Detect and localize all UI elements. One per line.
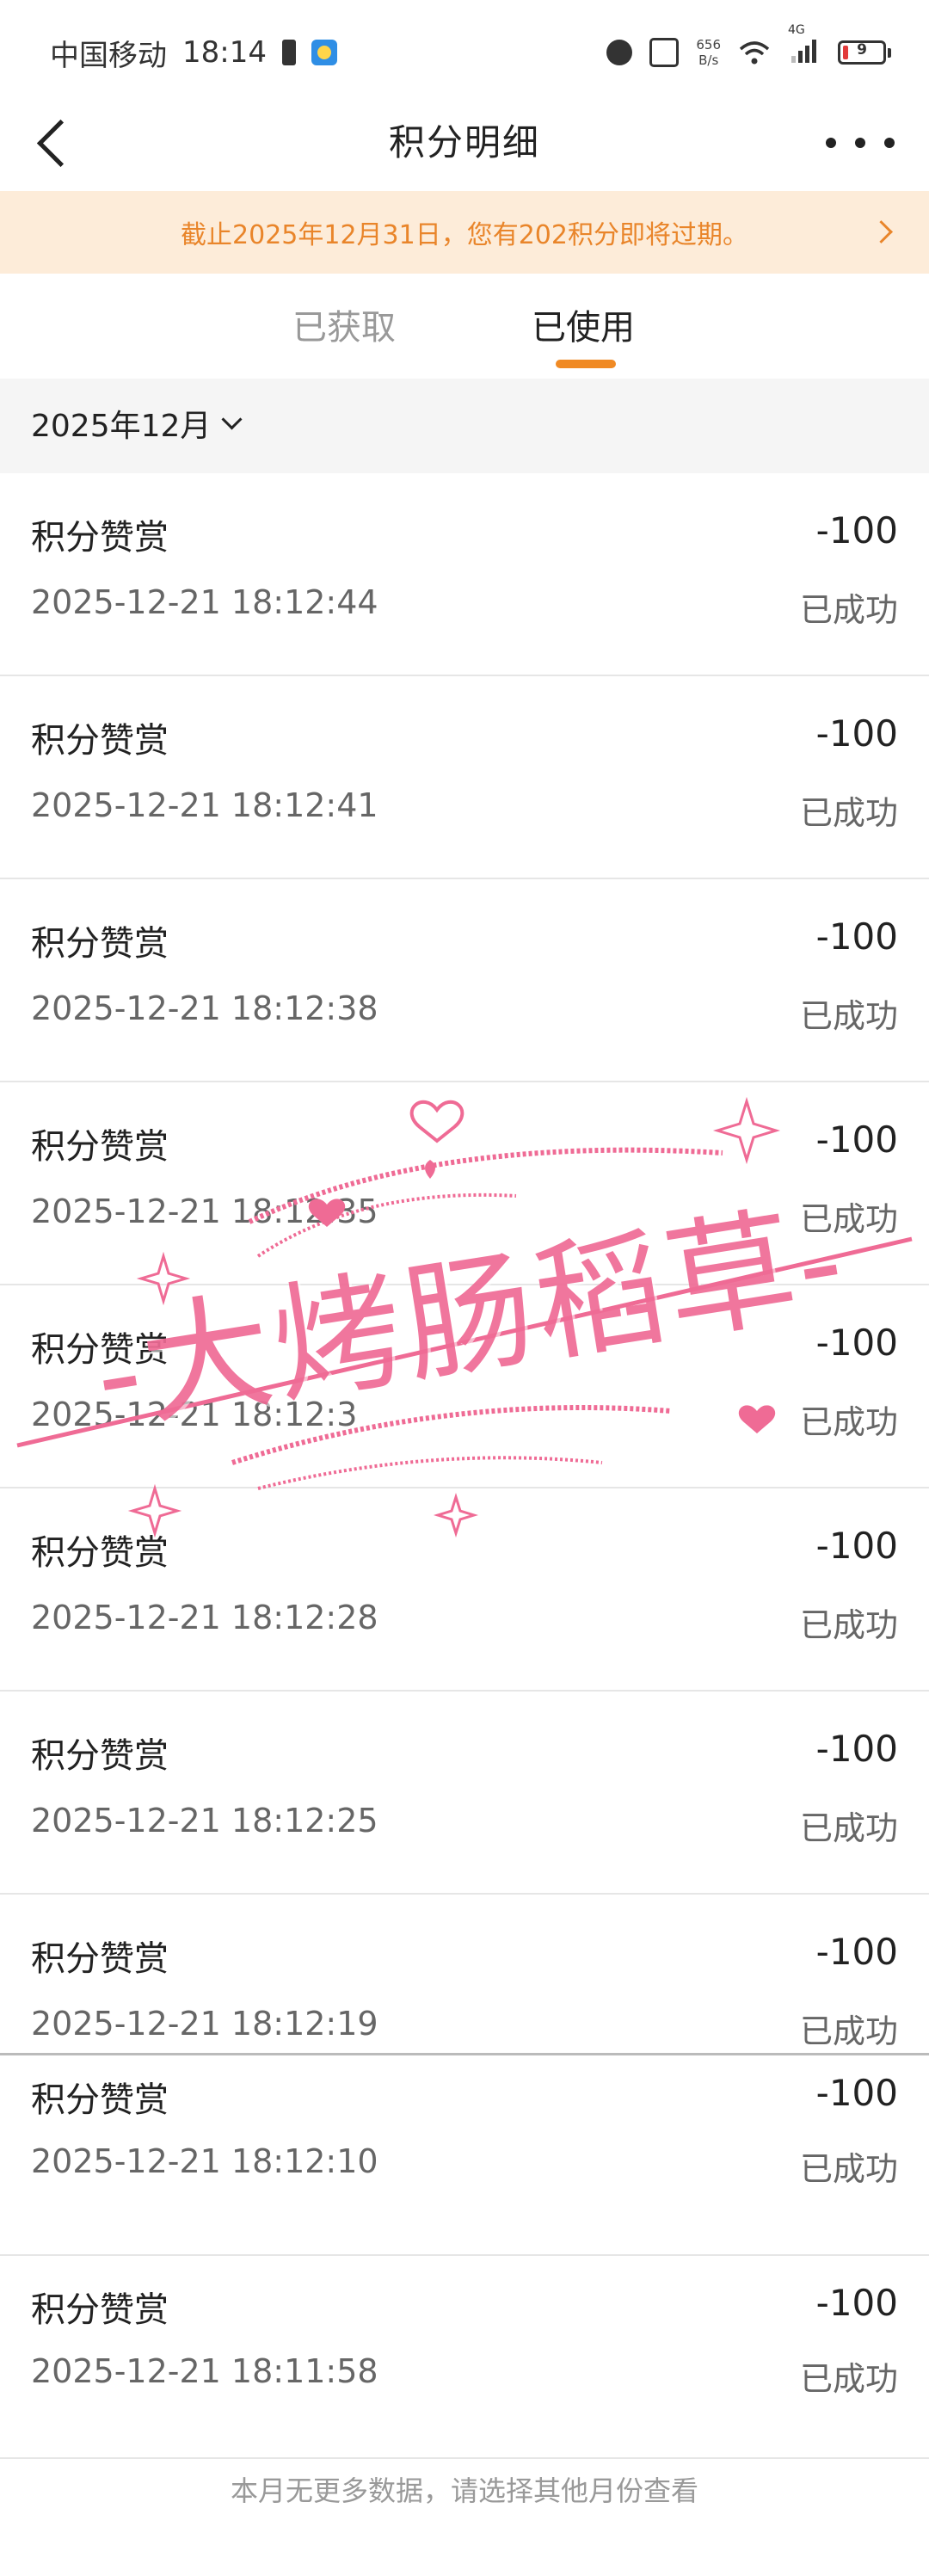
record-amount: -100 bbox=[815, 1525, 898, 1567]
network-speed-value: 656 bbox=[696, 37, 721, 52]
stitch-divider bbox=[0, 2053, 929, 2055]
points-expiry-notice[interactable]: 截止2025年12月31日，您有202积分即将过期。 bbox=[0, 191, 929, 274]
record-time: 2025-12-21 18:12:35 bbox=[31, 1192, 378, 1230]
network-type: 4G bbox=[788, 23, 805, 37]
record-amount: -100 bbox=[815, 1931, 898, 1973]
month-filter-bar: 2025年12月 bbox=[0, 379, 929, 473]
record-status: 已成功 bbox=[799, 997, 898, 1035]
record-title: 积分赞赏 bbox=[31, 1736, 169, 1776]
record-title: 积分赞赏 bbox=[31, 518, 169, 558]
record-time: 2025-12-21 18:12:25 bbox=[31, 1802, 378, 1840]
record-row[interactable]: 积分赞赏 -100 2025-12-21 18:12:19 已成功 bbox=[0, 1895, 929, 2053]
record-status: 已成功 bbox=[799, 1809, 898, 1847]
signal-icon bbox=[791, 40, 816, 63]
record-title: 积分赞赏 bbox=[31, 924, 169, 964]
more-dots-icon bbox=[884, 138, 895, 148]
record-time: 2025-12-21 18:12:44 bbox=[31, 583, 378, 621]
record-row[interactable]: 积分赞赏 -100 2025-12-21 18:12:28 已成功 bbox=[0, 1488, 929, 1692]
record-time: 2025-12-21 18:12:3 bbox=[31, 1396, 358, 1433]
status-right: 656 B/s 4G 9 bbox=[606, 23, 891, 74]
page-title: 积分明细 bbox=[388, 121, 540, 163]
record-title: 积分赞赏 bbox=[31, 2080, 169, 2120]
clock: 18:14 bbox=[182, 35, 267, 70]
network-speed: 656 B/s bbox=[696, 37, 721, 68]
record-amount: -100 bbox=[815, 915, 898, 958]
record-amount: -100 bbox=[815, 509, 898, 552]
battery-saver-icon bbox=[281, 40, 296, 65]
more-options-button[interactable] bbox=[826, 129, 895, 157]
vibrate-icon bbox=[649, 38, 680, 67]
record-status: 已成功 bbox=[799, 1403, 898, 1441]
record-amount: -100 bbox=[815, 1322, 898, 1364]
tab-earned[interactable]: 已获取 bbox=[292, 299, 396, 349]
more-dots-icon bbox=[826, 138, 836, 148]
record-time: 2025-12-21 18:11:58 bbox=[31, 2352, 378, 2390]
record-row[interactable]: 积分赞赏 -100 2025-12-21 18:12:41 已成功 bbox=[0, 676, 929, 879]
record-time: 2025-12-21 18:12:19 bbox=[31, 2005, 378, 2043]
status-bar: 中国移动 18:14 656 B/s 4G 9 bbox=[0, 0, 929, 103]
battery-level: 9 bbox=[857, 41, 867, 59]
end-of-list-note: 本月无更多数据，请选择其他月份查看 bbox=[230, 2474, 698, 2507]
month-selector[interactable]: 2025年12月 bbox=[31, 401, 243, 446]
record-row[interactable]: 积分赞赏 -100 2025-12-21 18:12:35 已成功 bbox=[0, 1082, 929, 1285]
chevron-right-icon bbox=[870, 220, 893, 243]
record-time: 2025-12-21 18:12:10 bbox=[31, 2142, 378, 2180]
record-row[interactable]: 积分赞赏 -100 2025-12-21 18:12:25 已成功 bbox=[0, 1692, 929, 1895]
more-dots-icon bbox=[855, 138, 865, 148]
month-label: 2025年12月 bbox=[31, 409, 212, 444]
record-status: 已成功 bbox=[799, 1200, 898, 1238]
record-row[interactable]: 积分赞赏 -100 2025-12-21 18:12:10 已成功 bbox=[0, 2053, 929, 2256]
record-status: 已成功 bbox=[799, 2150, 898, 2188]
tab-bar: 已获取 已使用 bbox=[0, 274, 929, 379]
record-row[interactable]: 积分赞赏 -100 2025-12-21 18:12:44 已成功 bbox=[0, 473, 929, 676]
carrier-label: 中国移动 bbox=[50, 38, 167, 73]
notice-text: 截止2025年12月31日，您有202积分即将过期。 bbox=[181, 220, 748, 250]
record-amount: -100 bbox=[815, 2072, 898, 2114]
record-row[interactable]: 积分赞赏 -100 2025-12-21 18:12:38 已成功 bbox=[0, 879, 929, 1082]
record-title: 积分赞赏 bbox=[31, 721, 169, 761]
record-status: 已成功 bbox=[799, 591, 898, 629]
record-time: 2025-12-21 18:12:38 bbox=[31, 989, 378, 1027]
record-amount: -100 bbox=[815, 1728, 898, 1770]
battery-icon: 9 bbox=[838, 40, 891, 65]
record-title: 积分赞赏 bbox=[31, 1939, 169, 1979]
chevron-down-icon bbox=[221, 408, 243, 430]
tab-used[interactable]: 已使用 bbox=[532, 299, 635, 349]
record-row[interactable]: 积分赞赏 -100 2025-12-21 18:12:3 已成功 bbox=[0, 1285, 929, 1488]
record-status: 已成功 bbox=[799, 2012, 898, 2050]
record-title: 积分赞赏 bbox=[31, 1330, 169, 1370]
record-status: 已成功 bbox=[799, 1606, 898, 1644]
record-row[interactable]: 积分赞赏 -100 2025-12-21 18:11:58 已成功 bbox=[0, 2256, 929, 2459]
record-amount: -100 bbox=[815, 1119, 898, 1161]
alarm-icon bbox=[606, 40, 633, 65]
record-title: 积分赞赏 bbox=[31, 2290, 169, 2330]
wifi-icon bbox=[739, 41, 770, 65]
weather-app-icon bbox=[311, 40, 337, 65]
record-amount: -100 bbox=[815, 712, 898, 755]
record-status: 已成功 bbox=[799, 794, 898, 832]
record-title: 积分赞赏 bbox=[31, 1127, 169, 1167]
app-header: 积分明细 bbox=[0, 95, 929, 191]
status-left: 中国移动 18:14 bbox=[50, 31, 337, 74]
network-speed-unit: B/s bbox=[698, 52, 719, 68]
record-time: 2025-12-21 18:12:41 bbox=[31, 786, 378, 824]
active-tab-indicator bbox=[556, 360, 616, 368]
record-amount: -100 bbox=[815, 2282, 898, 2324]
record-title: 积分赞赏 bbox=[31, 1533, 169, 1573]
record-status: 已成功 bbox=[799, 2360, 898, 2398]
record-time: 2025-12-21 18:12:28 bbox=[31, 1599, 378, 1636]
